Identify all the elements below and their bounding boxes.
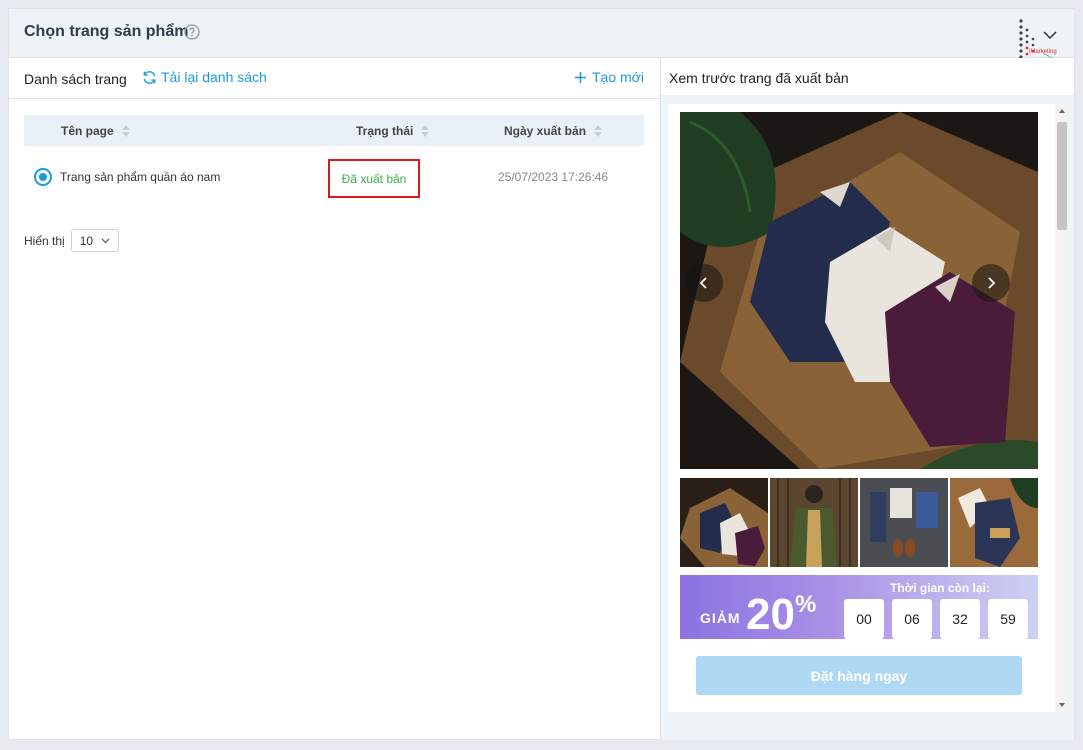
- countdown-days: 00: [844, 599, 884, 639]
- preview-scrollbar[interactable]: [1055, 104, 1069, 712]
- status-badge: Đã xuất bản: [341, 171, 407, 186]
- row-radio-button[interactable]: [34, 168, 52, 186]
- chevron-left-icon: [699, 277, 707, 289]
- promo-banner: GIẢM 20% Thời gian còn lại: 00 06 32 59: [680, 575, 1038, 639]
- preview-panel: Xem trước trang đã xuất bản GIẢM 20% Thờ…: [661, 58, 1074, 740]
- table-row[interactable]: Trang sản phẩm quần áo nam Đã xuất bản 2…: [24, 146, 644, 208]
- thumbnail-image[interactable]: [860, 478, 948, 567]
- preview-header: Xem trước trang đã xuất bản: [661, 58, 1074, 95]
- table-header: Tên page Trạng thái Ngày xuất bản: [24, 115, 644, 146]
- column-header-status[interactable]: Trạng thái: [356, 124, 430, 138]
- page-size-control: Hiển thị 10: [24, 229, 119, 252]
- order-now-button[interactable]: Đặt hàng ngay: [696, 656, 1022, 695]
- thumbnail-strip: [680, 478, 1038, 567]
- scroll-up-icon[interactable]: [1058, 108, 1066, 114]
- column-header-date[interactable]: Ngày xuất bản: [504, 124, 603, 138]
- refresh-icon: [143, 70, 156, 84]
- brand-logo-text: iMarketing: [1029, 49, 1057, 55]
- dialog-header: Chọn trang sản phẩm: [9, 9, 1074, 58]
- scroll-down-icon[interactable]: [1058, 702, 1066, 708]
- reload-label: Tải lại danh sách: [161, 69, 267, 85]
- countdown-minutes: 32: [940, 599, 980, 639]
- chevron-down-icon[interactable]: [1042, 29, 1058, 41]
- page-list-panel: Danh sách trang Tải lại danh sách Tạo mớ…: [9, 58, 661, 740]
- carousel-prev-button[interactable]: [685, 264, 723, 302]
- reload-list-button[interactable]: Tải lại danh sách: [142, 69, 267, 85]
- product-page-dialog: Chọn trang sản phẩm iMarketing Danh sách…: [8, 8, 1075, 740]
- preview-frame[interactable]: GIẢM 20% Thời gian còn lại: 00 06 32 59 …: [668, 104, 1055, 712]
- sort-icon: [421, 125, 430, 137]
- discount-value: 20%: [746, 590, 817, 639]
- chevron-right-icon: [988, 277, 996, 289]
- chevron-down-icon: [101, 238, 110, 243]
- page-title: Chọn trang sản phẩm: [24, 23, 189, 40]
- create-new-button[interactable]: Tạo mới: [574, 69, 644, 85]
- sort-icon: [121, 125, 130, 137]
- list-toolbar: Danh sách trang Tải lại danh sách Tạo mớ…: [9, 58, 661, 99]
- page-table: Tên page Trạng thái Ngày xuất bản Trang …: [24, 115, 644, 208]
- help-icon[interactable]: [184, 24, 200, 40]
- page-size-select[interactable]: 10: [70, 229, 119, 252]
- countdown-seconds: 59: [988, 599, 1028, 639]
- countdown-label: Thời gian còn lại:: [890, 581, 990, 595]
- thumbnail-image[interactable]: [770, 478, 858, 567]
- countdown-hours: 06: [892, 599, 932, 639]
- publish-date: 25/07/2023 17:26:46: [498, 170, 609, 184]
- create-label: Tạo mới: [592, 69, 644, 85]
- column-header-name[interactable]: Tên page: [61, 124, 130, 138]
- thumbnail-image[interactable]: [950, 478, 1038, 567]
- discount-label: GIẢM: [700, 610, 741, 626]
- page-size-label: Hiển thị: [24, 233, 65, 248]
- carousel-next-button[interactable]: [972, 264, 1010, 302]
- sort-icon: [594, 125, 603, 137]
- preview-title: Xem trước trang đã xuất bản: [669, 70, 849, 86]
- status-highlight: Đã xuất bản: [328, 159, 420, 198]
- list-title: Danh sách trang: [24, 71, 127, 87]
- thumbnail-image[interactable]: [680, 478, 768, 567]
- scroll-thumb[interactable]: [1057, 122, 1067, 230]
- page-name: Trang sản phẩm quần áo nam: [60, 170, 221, 184]
- plus-icon: [574, 71, 587, 83]
